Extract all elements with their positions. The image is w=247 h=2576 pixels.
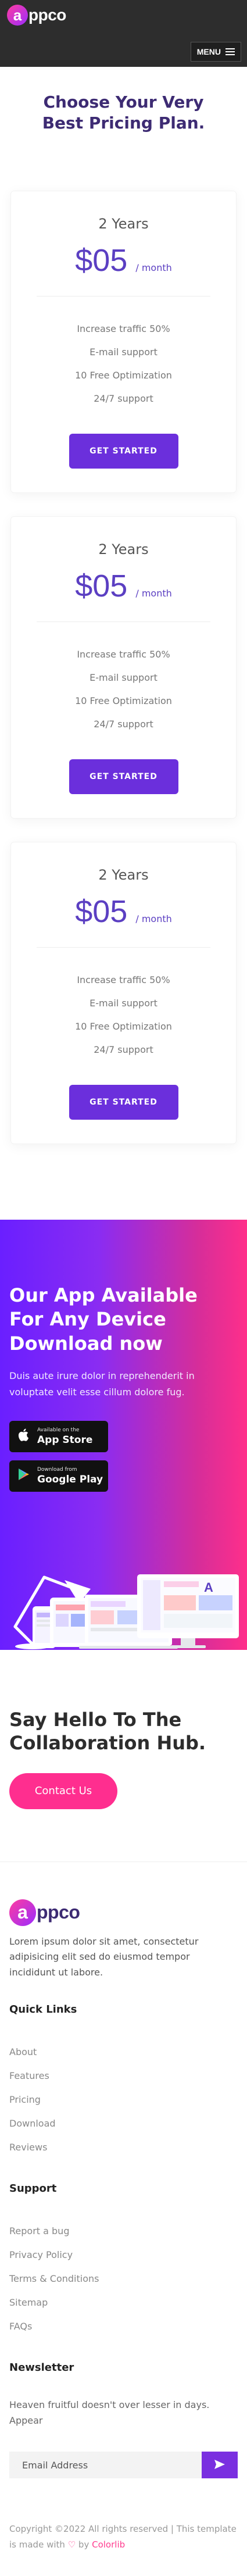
- plan-feature: 24/7 support: [94, 392, 153, 404]
- hello-title: Say Hello To The Collaboration Hub.: [9, 1708, 206, 1754]
- footer-link-sitemap[interactable]: Sitemap: [9, 2291, 238, 2314]
- menu-button[interactable]: MENU: [190, 42, 241, 62]
- google-play-small: Download from: [37, 1467, 77, 1473]
- plan-term: 2 Years: [98, 215, 149, 232]
- app-title: Our App Available For Any Device Downloa…: [9, 1284, 198, 1355]
- footer-link-report-bug[interactable]: Report a bug: [9, 2219, 238, 2243]
- plan-price: $05 / month: [11, 568, 236, 604]
- plan-term: 2 Years: [98, 866, 149, 883]
- pricing-plan-card: 2 Years $05 / month Increase traffic 50%…: [10, 190, 237, 493]
- logo-badge: a: [7, 5, 28, 26]
- plan-amount: $05: [75, 568, 128, 603]
- send-icon: [214, 2459, 225, 2471]
- hello-section: Say Hello To The Collaboration Hub. Cont…: [0, 1650, 247, 1862]
- site-logo[interactable]: a ppco: [7, 5, 66, 26]
- plan-period: / month: [135, 587, 172, 599]
- plan-feature: Increase traffic 50%: [77, 323, 170, 334]
- plan-feature: E-mail support: [90, 346, 157, 358]
- plan-feature: 10 Free Optimization: [75, 695, 172, 706]
- plan-feature: E-mail support: [90, 997, 157, 1009]
- contact-us-button[interactable]: Contact Us: [9, 1773, 117, 1809]
- plan-feature: 24/7 support: [94, 718, 153, 730]
- site-footer: a ppco Lorem ipsum dolor sit amet, conse…: [0, 1861, 247, 2576]
- plan-term: 2 Years: [98, 541, 149, 558]
- footer-about: Lorem ipsum dolor sit amet, consectetur …: [9, 1935, 199, 1978]
- app-description: Duis aute irure dolor in reprehenderit i…: [9, 1370, 195, 1398]
- colorlib-link[interactable]: Colorlib: [92, 2539, 125, 2550]
- email-input[interactable]: [9, 2452, 202, 2479]
- plan-features: Increase traffic 50% E-mail support 10 F…: [11, 969, 236, 1062]
- plan-feature: 10 Free Optimization: [75, 369, 172, 381]
- devices-illustration: A: [9, 1539, 242, 1650]
- plan-feature: 24/7 support: [94, 1044, 153, 1055]
- google-play-label: Download from Google Play: [37, 1467, 103, 1485]
- pricing-title: Choose Your Very Best Pricing Plan.: [42, 92, 205, 133]
- heart-icon: ♡: [67, 2539, 76, 2550]
- menu-label: MENU: [196, 47, 221, 56]
- divider: [37, 621, 210, 622]
- plan-price: $05 / month: [11, 242, 236, 278]
- footer-link-download[interactable]: Download: [9, 2111, 238, 2135]
- copyright-by: by: [78, 2539, 90, 2550]
- quick-links: About Features Pricing Download Reviews: [9, 2040, 238, 2159]
- plan-features: Increase traffic 50% E-mail support 10 F…: [11, 317, 236, 410]
- pricing-plan-card: 2 Years $05 / month Increase traffic 50%…: [10, 516, 237, 819]
- footer-link-about[interactable]: About: [9, 2040, 238, 2064]
- app-store-button[interactable]: Available on the App Store: [9, 1421, 108, 1453]
- pricing-plan-card: 2 Years $05 / month Increase traffic 50%…: [10, 841, 237, 1144]
- subscribe-form: [9, 2452, 238, 2479]
- footer-logo[interactable]: a ppco: [9, 1899, 238, 1926]
- footer-link-privacy[interactable]: Privacy Policy: [9, 2243, 238, 2267]
- get-started-button[interactable]: GET STARTED: [69, 433, 178, 469]
- google-play-button[interactable]: Download from Google Play: [9, 1460, 108, 1492]
- newsletter-heading: Newsletter: [9, 2361, 74, 2374]
- footer-link-features[interactable]: Features: [9, 2064, 238, 2088]
- plan-features: Increase traffic 50% E-mail support 10 F…: [11, 643, 236, 736]
- hamburger-icon: [225, 48, 235, 55]
- get-started-button[interactable]: GET STARTED: [69, 759, 178, 794]
- support-heading: Support: [9, 2182, 57, 2195]
- quick-links-heading: Quick Links: [9, 2003, 77, 2016]
- pricing-plans: 2 Years $05 / month Increase traffic 50%…: [0, 190, 247, 1144]
- plan-feature: 10 Free Optimization: [75, 1020, 172, 1032]
- svg-text:A: A: [204, 1580, 213, 1595]
- app-store-big: App Store: [37, 1434, 93, 1446]
- plan-price: $05 / month: [11, 894, 236, 930]
- footer-link-pricing[interactable]: Pricing: [9, 2088, 238, 2111]
- app-download-section: Our App Available For Any Device Downloa…: [0, 1219, 247, 1650]
- logo-badge: a: [9, 1899, 36, 1926]
- get-started-button[interactable]: GET STARTED: [69, 1084, 178, 1120]
- plan-feature: Increase traffic 50%: [77, 974, 170, 985]
- plan-amount: $05: [75, 242, 128, 278]
- logo-text: ppco: [37, 1902, 80, 1923]
- support-links: Report a bug Privacy Policy Terms & Cond…: [9, 2219, 238, 2338]
- google-play-big: Google Play: [37, 1474, 103, 1486]
- plan-feature: E-mail support: [90, 671, 157, 683]
- app-store-label: Available on the App Store: [37, 1427, 92, 1446]
- app-store-small: Available on the: [37, 1427, 80, 1434]
- newsletter-text: Heaven fruitful doesn't over lesser in d…: [9, 2399, 210, 2427]
- plan-period: / month: [135, 913, 172, 924]
- copyright: Copyright ©2022 All rights reserved | Th…: [9, 2521, 238, 2553]
- footer-link-faqs[interactable]: FAQs: [9, 2314, 238, 2338]
- plan-period: / month: [135, 262, 172, 273]
- apple-icon: [16, 1428, 31, 1445]
- google-play-icon: [16, 1468, 31, 1484]
- plan-feature: Increase traffic 50%: [77, 648, 170, 660]
- logo-text: ppco: [28, 6, 66, 24]
- footer-link-reviews[interactable]: Reviews: [9, 2135, 238, 2159]
- footer-link-terms[interactable]: Terms & Conditions: [9, 2267, 238, 2291]
- divider: [37, 946, 210, 948]
- subscribe-button[interactable]: [202, 2452, 238, 2479]
- site-header: a ppco MENU: [0, 0, 247, 67]
- plan-amount: $05: [75, 894, 128, 929]
